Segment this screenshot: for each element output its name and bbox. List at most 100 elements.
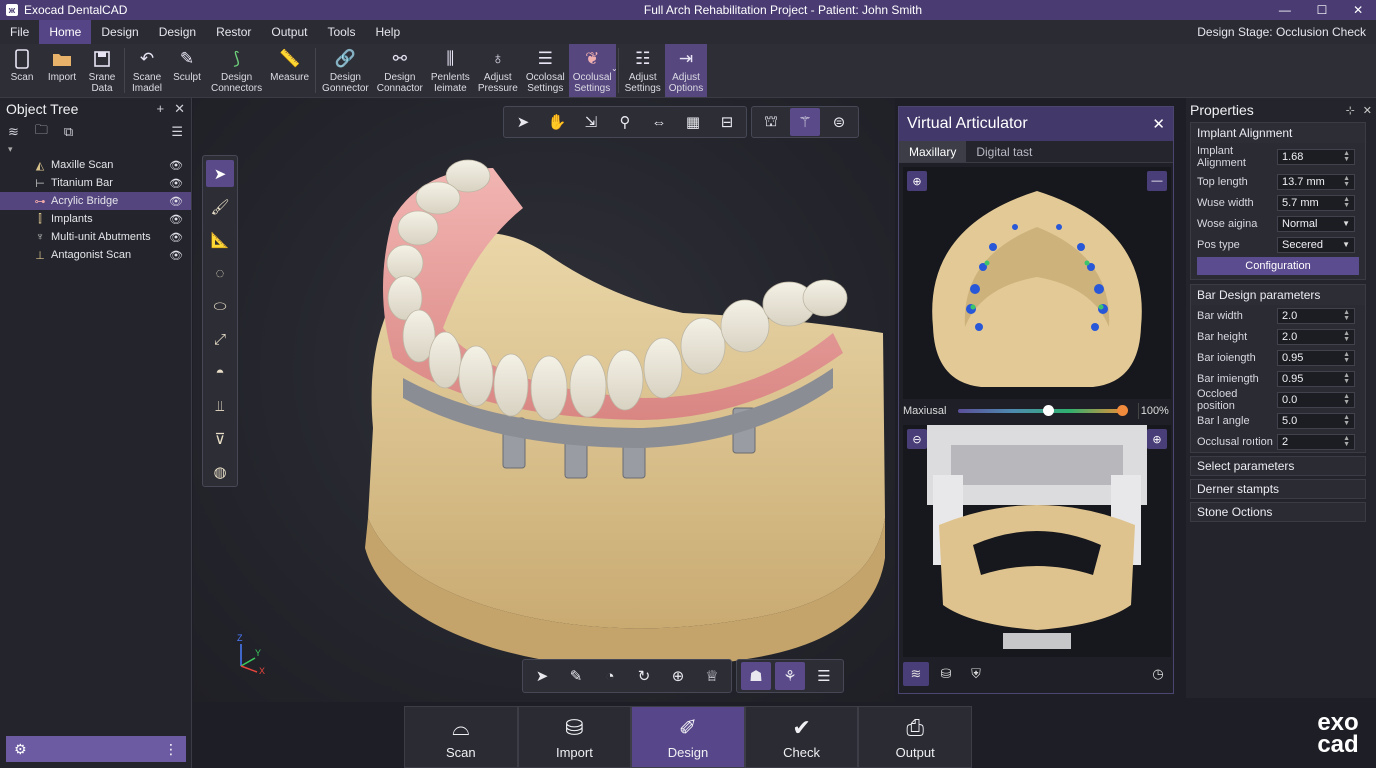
select-arrow-icon[interactable]: ➤ [206, 160, 234, 188]
folder-add-icon[interactable]: 🗀 [35, 121, 48, 143]
derner-stampts-section[interactable]: Derner stampts [1190, 479, 1366, 499]
select-parameters-section[interactable]: Select parameters [1190, 456, 1366, 476]
move-icon[interactable]: ⇲ [576, 108, 606, 136]
copy-icon[interactable]: ⧉ [64, 124, 73, 140]
tree-item-multi-unit-abutments[interactable]: ♆ Multi-unit Abutments 👁 [0, 228, 191, 246]
section-header[interactable]: Bar Design parameters [1191, 285, 1365, 305]
menu-design[interactable]: Design [91, 20, 148, 44]
grid-icon[interactable]: ▦ [678, 108, 708, 136]
sphere-icon[interactable]: ◍ [206, 459, 234, 486]
more-options-button[interactable]: ⋮ [164, 741, 178, 758]
visibility-eye-icon[interactable]: 👁 [169, 177, 183, 190]
menu-restor[interactable]: Restor [206, 20, 261, 44]
ribbon-adjust-options-button[interactable]: ⇥ Adjust Options [664, 44, 708, 97]
visibility-eye-icon[interactable]: 👁 [169, 231, 183, 244]
ribbon-scan-button[interactable]: Scan [2, 44, 42, 97]
list-view-icon[interactable]: ☰ [171, 124, 183, 140]
top-length-input[interactable]: 13.7 mm ▲ ▼ [1277, 173, 1355, 190]
menu-tools[interactable]: Tools [317, 20, 365, 44]
occlusal-rotion-input[interactable]: 2 ▲ ▼ [1277, 433, 1355, 450]
section-icon[interactable]: ◓ [206, 359, 234, 386]
articulator-close-button[interactable]: ✕ [1152, 115, 1165, 133]
maxillary-occlusal-view[interactable]: ⊕ — [903, 167, 1171, 399]
ribbon-design-connectors-button[interactable]: ⟆ Design Connectors [207, 44, 266, 97]
menu-design-2[interactable]: Design [149, 20, 206, 44]
zoom-out-icon[interactable]: ⊖ [907, 429, 927, 449]
slices-icon[interactable]: ⊟ [712, 108, 742, 136]
articulator-mandibular-view[interactable]: ⊖ ⊕ [903, 425, 1171, 657]
pin-button[interactable]: + [157, 101, 165, 117]
crown-icon[interactable]: ♕ [697, 662, 727, 690]
tree-item-acrylic-bridge[interactable]: ⊶ Acrylic Bridge 👁 [0, 192, 191, 210]
3d-viewport[interactable]: Z Y X [193, 98, 895, 702]
rotate-icon[interactable]: ↻ [629, 662, 659, 690]
configuration-button[interactable]: Configuration [1197, 257, 1359, 275]
history-icon[interactable]: ◷ [1145, 662, 1171, 686]
wuse-width-input[interactable]: 5.7 mm ▲ ▼ [1277, 194, 1355, 211]
ribbon-save-data-button[interactable]: Srane Data [82, 44, 122, 97]
filters-icon[interactable]: ☰ [809, 662, 839, 690]
ruler-icon[interactable]: 📐 [206, 226, 234, 253]
occloed-position-input[interactable]: 0.0 ▲ ▼ [1277, 391, 1355, 408]
tree-item-titanium-bar[interactable]: ⊢ Titanium Bar 👁 [0, 174, 191, 192]
fit-width-icon[interactable]: ⇔ [644, 108, 674, 136]
pan-hand-icon[interactable]: ✋ [542, 108, 572, 136]
workflow-step-output[interactable]: ⎙ Output [858, 706, 972, 768]
bar-angle-input[interactable]: 5.0 ▲ ▼ [1277, 412, 1355, 429]
ribbon-adjust-settings-button[interactable]: ☷ Adjust Settings [621, 44, 665, 97]
stack-icon[interactable]: ⛁ [933, 662, 959, 686]
expand-icon[interactable]: ⤢ [206, 326, 234, 353]
menu-output[interactable]: Output [261, 20, 317, 44]
pie-icon[interactable]: ◔ [595, 662, 625, 690]
occlusion-icon[interactable]: ☗ [741, 662, 771, 690]
ribbon-measure-button[interactable]: 📏 Measure [266, 44, 313, 97]
cut-plane-icon[interactable]: ⊽ [206, 426, 234, 453]
chevron-down-icon[interactable]: ⌄ [611, 64, 618, 73]
workflow-step-import[interactable]: ⛁ Import [517, 706, 632, 768]
articulate-icon[interactable]: ⚘ [775, 662, 805, 690]
cursor-icon[interactable]: ➤ [527, 662, 557, 690]
pin-button[interactable]: ⊹ [1346, 104, 1355, 117]
visibility-eye-icon[interactable]: 👁 [169, 195, 183, 208]
tree-item-maxille-scan[interactable]: ◭ Maxille Scan 👁 [0, 156, 191, 174]
pos-type-select[interactable]: Secered ▼ [1277, 236, 1355, 253]
blob-icon[interactable]: ⬭ [206, 293, 234, 320]
tab-digital-tast[interactable]: Digital tast [966, 141, 1042, 162]
slider-handle[interactable] [1043, 405, 1055, 416]
lasso-icon[interactable]: ◌ [206, 260, 234, 287]
collapse-caret-icon[interactable]: ▾ [8, 144, 13, 155]
minimize-button[interactable]: — [1279, 3, 1291, 17]
ribbon-scane-imadel-button[interactable]: ↶ Scane Imadel [127, 44, 167, 97]
workflow-step-scan[interactable]: ⌓ Scan [404, 706, 518, 768]
properties-close-button[interactable]: ✕ [1363, 104, 1372, 117]
workflow-step-check[interactable]: ✔ Check [744, 706, 859, 768]
stone-octions-section[interactable]: Stone Octions [1190, 502, 1366, 522]
slider-track[interactable] [958, 405, 1128, 416]
pin-tool-icon[interactable]: ⚲ [610, 108, 640, 136]
layers-icon[interactable]: ≋ [903, 662, 929, 686]
ribbon-design-gonnector-button[interactable]: 🔗 Design Gonnector [318, 44, 373, 97]
tab-maxillary[interactable]: Maxillary [899, 141, 967, 162]
implant-view-icon[interactable]: ⚚ [790, 108, 820, 136]
bar-ioiength-input[interactable]: 0.95 ▲ ▼ [1277, 349, 1355, 366]
tree-item-antagonist-scan[interactable]: ⊥ Antagonist Scan 👁 [0, 246, 191, 264]
maximize-button[interactable]: ☐ [1317, 3, 1328, 17]
panel-close-button[interactable]: ✕ [174, 101, 185, 117]
bar-imiength-input[interactable]: 0.95 ▲ ▼ [1277, 370, 1355, 387]
layers-icon[interactable]: ≋ [8, 124, 19, 140]
wose-aigina-select[interactable]: Normal ▼ [1277, 215, 1355, 232]
close-button[interactable]: ✕ [1353, 3, 1363, 17]
ribbon-sculpt-button[interactable]: ✎ Sculpt [167, 44, 207, 97]
zoom-in-icon[interactable]: ⊕ [907, 171, 927, 191]
ribbon-penlents-button[interactable]: ⫼ Penlents Ieimate [427, 44, 474, 97]
visibility-eye-icon[interactable]: 👁 [169, 213, 183, 226]
visibility-eye-icon[interactable]: 👁 [169, 249, 183, 262]
model-base-icon[interactable]: ⊜ [824, 108, 854, 136]
collapse-icon[interactable]: — [1147, 171, 1167, 191]
zoom-in-icon[interactable]: ⊕ [1147, 429, 1167, 449]
visibility-eye-icon[interactable]: 👁 [169, 159, 183, 172]
bar-width-input[interactable]: 2.0 ▲ ▼ [1277, 307, 1355, 324]
ribbon-import-button[interactable]: Import [42, 44, 82, 97]
slider-end-handle[interactable] [1116, 405, 1128, 416]
target-icon[interactable]: ⊕ [663, 662, 693, 690]
